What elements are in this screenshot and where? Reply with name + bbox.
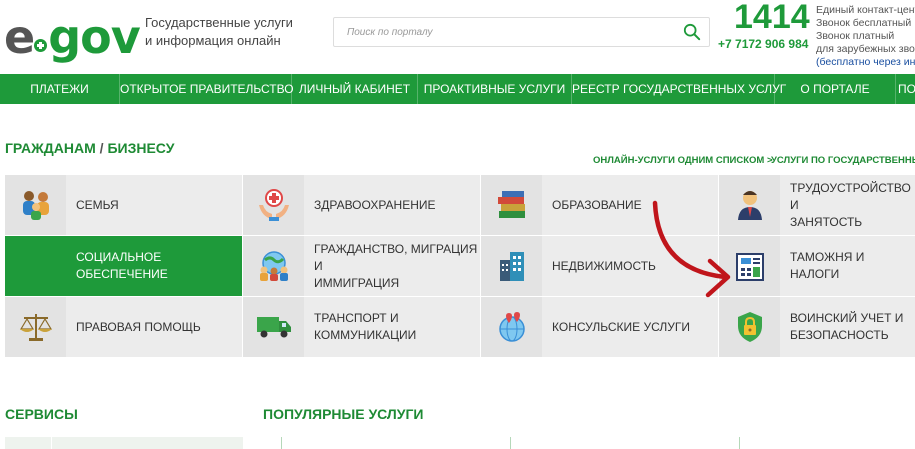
category-health[interactable]: Здравоохранение [243,175,481,236]
section-title-popular[interactable]: Популярные услуги [263,406,423,422]
health-hands-icon [258,189,289,221]
category-transport[interactable]: Транспорт и коммуникации [243,297,481,358]
popular-divider [281,437,282,449]
logo-plus-icon [34,39,48,52]
contact-line-2: Звонок бесплатный [816,17,912,29]
title-separator: / [95,140,108,156]
buildings-icon [499,252,524,281]
popular-divider [739,437,740,449]
logo-word-gov: gov [48,10,141,64]
category-label: Образование [552,197,642,212]
category-label: Транспорт и [314,311,399,325]
popular-divider [510,437,511,449]
site-header: e gov Государственные услуги и информаци… [0,0,915,74]
site-tagline: Государственные услуги и информация онла… [145,14,293,50]
category-label: обеспечение [76,267,168,281]
section-title-services[interactable]: Сервисы [5,406,78,422]
services-list-preview [5,437,243,449]
truck-icon [256,317,291,338]
category-label: Таможня и налоги [790,250,865,281]
category-label: безопасность [790,328,889,342]
category-label: Воинский учет и [790,311,904,325]
nav-item-more[interactable]: По [896,74,915,104]
egov-logo[interactable]: e gov [4,2,141,64]
title-citizens[interactable]: Гражданам [5,140,96,156]
category-legal[interactable]: Правовая помощь [5,297,243,358]
contact-phone-short[interactable]: 1414 [734,0,810,36]
category-label: Трудоустройство и [790,180,911,212]
search-box [333,17,710,47]
books-icon [497,191,525,218]
category-grid: Семья Здравоохранение [5,175,915,359]
category-label: занятость [790,214,863,229]
category-label: Здравоохранение [314,197,436,212]
category-label: Социальное [76,250,162,264]
contact-line-3: Звонок платный [816,30,895,42]
contact-center-info: Единый контакт-центр Звонок бесплатный З… [816,4,915,69]
category-label: Консульские услуги [552,319,690,334]
shield-lock-icon [737,312,762,342]
category-employment[interactable]: Трудоустройство и занятость [719,175,915,236]
category-label: Семья [76,197,119,212]
category-label: Правовая помощь [76,319,201,334]
title-business[interactable]: Бизнесу [107,140,174,156]
nav-item-open-government[interactable]: Открытое правительство [120,74,294,104]
main-nav: Платежи Открытое правительство Личный ка… [0,74,915,104]
nav-item-payments[interactable]: Платежи [0,74,120,104]
category-social[interactable]: Социальное обеспечение [5,236,243,297]
logo-letter-e: e [4,10,35,64]
section-title-citizens-business: Гражданам / Бизнесу [5,140,174,156]
contact-line-1: Единый контакт-центр [816,4,915,16]
link-online-services-list[interactable]: Онлайн-услуги одним списком > [593,155,773,166]
category-label: Гражданство, миграция и [314,241,478,273]
nav-item-services-registry[interactable]: Реестр государственных услуг [572,74,786,104]
social-icon [5,236,66,296]
category-label: коммуникации [314,328,417,342]
family-icon [22,191,49,220]
link-services-by-agency[interactable]: Услуги по государственным о [771,155,915,166]
category-family[interactable]: Семья [5,175,243,236]
contact-phone-long[interactable]: +7 7172 906 984 [718,37,808,51]
people-globe-icon [259,251,288,281]
category-military-security[interactable]: Воинский учет и безопасность [719,297,915,358]
contact-line-5[interactable]: (бесплатно через инт [816,56,915,69]
annotation-arrow-icon [652,200,731,298]
category-label: иммиграция [314,275,400,290]
nav-item-personal-cabinet[interactable]: Личный кабинет [292,74,418,104]
scales-icon [19,314,52,341]
search-icon[interactable] [683,23,701,41]
category-customs-taxes[interactable]: Таможня и налоги [719,236,915,297]
contact-line-4: для зарубежных зво [816,43,915,55]
tagline-line-1: Государственные услуги [145,15,293,30]
category-citizenship[interactable]: Гражданство, миграция и иммиграция [243,236,481,297]
nav-item-proactive-services[interactable]: Проактивные услуги [418,74,572,104]
tagline-line-2: и информация онлайн [145,33,281,48]
globe-pin-icon [498,312,525,342]
search-input[interactable] [334,18,664,46]
nav-item-about-portal[interactable]: О портале [775,74,896,104]
